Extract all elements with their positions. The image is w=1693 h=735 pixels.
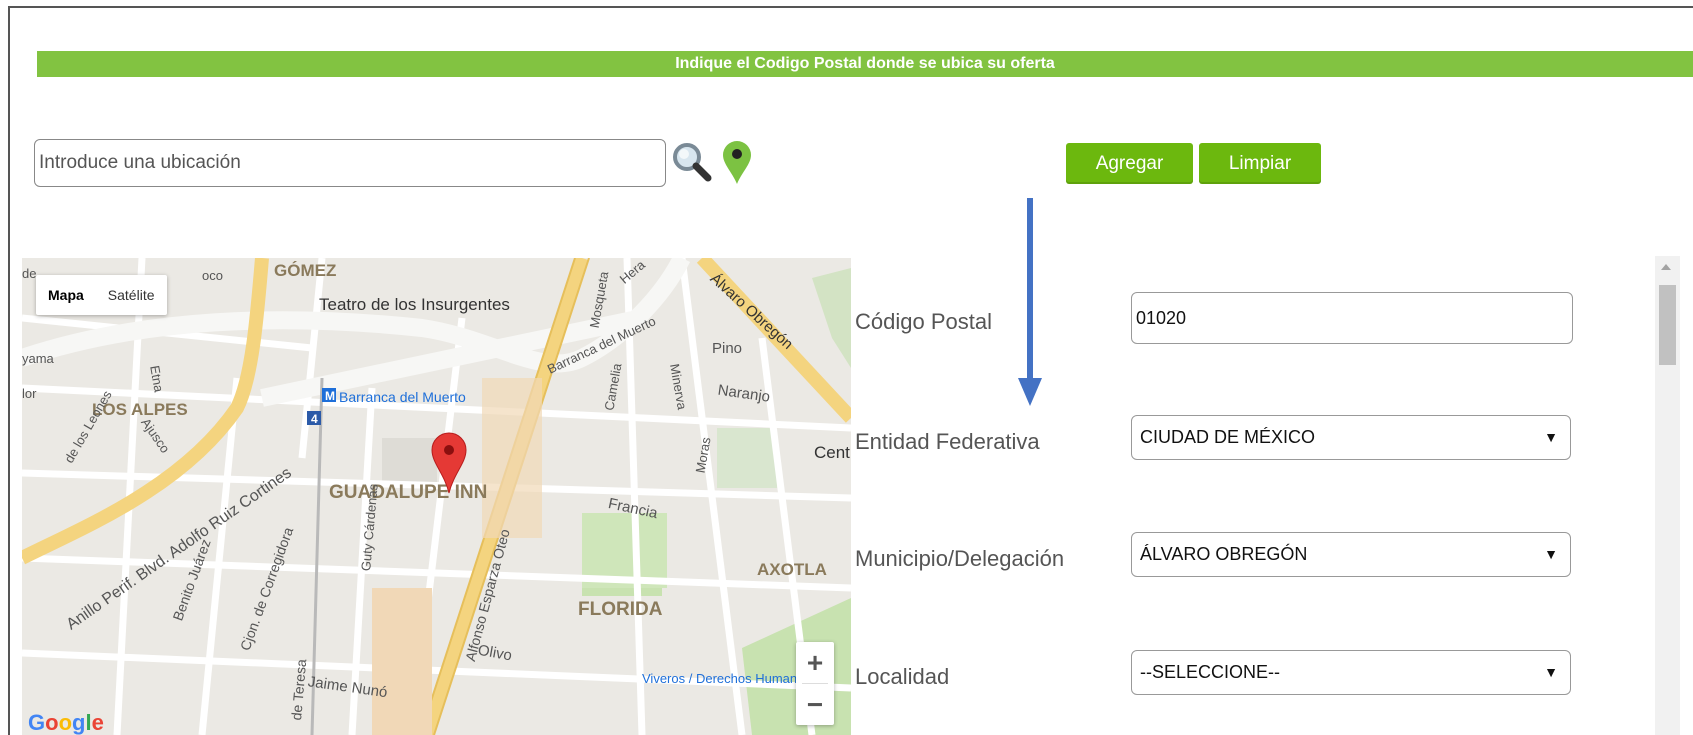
state-label: Entidad Federativa [855,429,1040,454]
annotation-arrow-head [1018,378,1042,406]
map-type-map-button[interactable]: Mapa [36,275,96,315]
map-label: Teatro de los Insurgentes [319,295,510,314]
annotation-arrow-shaft [1027,198,1033,378]
map-label: lor [22,386,37,401]
map-label: GUADALUPE INN [329,482,487,503]
locality-select[interactable]: --SELECCIONE-- ▼ [1131,650,1571,695]
zoom-control: + − [796,642,834,725]
municipality-selected-value: ÁLVARO OBREGÓN [1140,544,1308,564]
map-label: de [22,266,36,281]
svg-text:M: M [325,389,335,403]
map-label: GÓMEZ [274,261,336,280]
scrollbar-thumb[interactable] [1659,285,1676,365]
zoom-out-button[interactable]: − [796,684,834,725]
search-icon[interactable] [670,140,714,184]
map-type-satellite-button[interactable]: Satélite [96,275,167,315]
map-label: 4 [311,412,318,426]
zoom-in-button[interactable]: + [796,642,834,683]
map-view[interactable]: GÓMEZ Teatro de los Insurgentes Mosqueta… [22,258,851,735]
map-label: AXOTLA [757,560,827,579]
map-label: Viveros / Derechos Humanos [642,671,811,686]
map-label: Pino [712,340,742,357]
municipality-label: Municipio/Delegación [855,546,1065,571]
map-label: oco [202,268,223,283]
state-selected-value: CIUDAD DE MÉXICO [1140,427,1316,447]
locate-pin-icon[interactable] [720,140,754,186]
map-label: Cent [814,443,850,462]
add-button[interactable]: Agregar [1066,143,1193,184]
google-logo: Google [28,710,104,735]
chevron-down-icon: ▼ [1544,429,1558,445]
map-label: yama [22,351,55,366]
map-type-control: Mapa Satélite [36,275,167,315]
municipality-select[interactable]: ÁLVARO OBREGÓN ▼ [1131,532,1571,577]
locality-label: Localidad [855,664,950,689]
scroll-up-arrow-icon[interactable] [1661,264,1671,270]
instruction-banner: Indique el Codigo Postal donde se ubica … [37,51,1693,77]
postal-code-label: Código Postal [855,309,992,334]
map-label: FLORIDA [578,599,663,620]
map-canvas: GÓMEZ Teatro de los Insurgentes Mosqueta… [22,258,851,735]
locality-selected-value: --SELECCIONE-- [1140,662,1281,682]
chevron-down-icon: ▼ [1544,664,1558,680]
clear-button[interactable]: Limpiar [1199,143,1321,184]
location-search-input[interactable] [34,139,666,187]
state-select[interactable]: CIUDAD DE MÉXICO ▼ [1131,415,1571,460]
chevron-down-icon: ▼ [1544,546,1558,562]
postal-code-input[interactable]: 01020 [1131,292,1573,344]
map-label: Barranca del Muerto [339,389,466,405]
